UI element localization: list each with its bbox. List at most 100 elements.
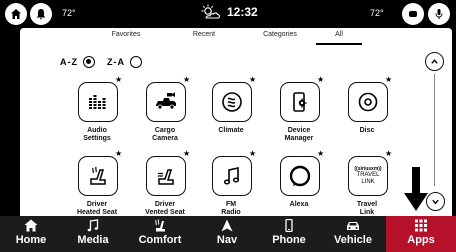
bottom-nav: Home Media Comfort Nav Phone Vehicle App… <box>0 216 456 252</box>
app-icon-box <box>146 82 186 122</box>
chevron-up-icon <box>431 59 438 64</box>
scroll-up-button[interactable] <box>425 52 444 71</box>
tab-categories[interactable]: Categories <box>263 31 297 38</box>
home-icon <box>24 219 38 232</box>
nav-comfort-label: Comfort <box>138 234 182 246</box>
favorite-star-icon[interactable]: ★ <box>249 149 256 158</box>
app-tile-fm-radio[interactable]: ★ FM Radio <box>197 149 265 219</box>
app-icon-box <box>212 82 252 122</box>
vehicle-icon <box>347 222 359 230</box>
nav-vehicle[interactable]: Vehicle <box>320 216 386 252</box>
tab-favorites[interactable]: Favorites <box>112 31 141 38</box>
passenger-temperature: 72° <box>370 8 384 18</box>
app-label: Cargo Camera <box>152 127 178 142</box>
home-button[interactable] <box>5 3 27 25</box>
app-label: Driver Heated Seat <box>76 201 118 216</box>
sort-az-radio[interactable] <box>83 56 95 68</box>
nav-home[interactable]: Home <box>0 216 62 252</box>
scrollbar[interactable] <box>425 50 445 210</box>
media-icon <box>409 11 417 17</box>
favorite-star-icon[interactable]: ★ <box>183 149 190 158</box>
app-icon-box <box>280 156 320 196</box>
favorite-star-icon[interactable]: ★ <box>385 75 392 84</box>
apps-panel: Favorites Recent Categories All A-Z Z-A … <box>20 28 452 219</box>
navigation-arrow-icon <box>221 219 233 232</box>
status-bar: 72° 12:32 72° <box>0 0 456 28</box>
nav-apps[interactable]: Apps <box>386 216 456 252</box>
nav-phone-label: Phone <box>272 234 306 246</box>
app-label: Device Manager <box>284 127 314 142</box>
nav-nav[interactable]: Nav <box>196 216 258 252</box>
media-button[interactable] <box>402 3 424 25</box>
pointer-arrow-icon <box>404 167 428 211</box>
phone-icon <box>285 219 293 232</box>
favorite-star-icon[interactable]: ★ <box>385 149 392 158</box>
app-label: Audio Settings <box>83 127 111 142</box>
scroll-track[interactable] <box>434 74 435 186</box>
app-tile-driver-vented-seat[interactable]: ★ Driver Vented Seat <box>131 149 199 219</box>
home-icon <box>11 9 21 19</box>
app-tile-driver-heated-seat[interactable]: ★ Driver Heated Seat <box>63 149 131 219</box>
music-note-icon <box>87 219 99 232</box>
nav-vehicle-label: Vehicle <box>334 234 372 246</box>
chevron-down-icon <box>432 199 439 205</box>
app-icon-box <box>78 156 118 196</box>
app-tile-alexa[interactable]: ★ Alexa <box>265 149 333 219</box>
favorite-star-icon[interactable]: ★ <box>317 149 324 158</box>
nav-phone[interactable]: Phone <box>258 216 320 252</box>
apps-grid-icon <box>415 219 427 232</box>
nav-nav-label: Nav <box>216 234 238 246</box>
clock-time: 12:32 <box>227 5 258 19</box>
app-icon-box <box>146 156 186 196</box>
travel-link-badge: TRAVEL LINK <box>356 172 380 185</box>
audio-settings-icon <box>89 95 106 109</box>
app-label: Disc <box>359 127 375 134</box>
app-icon-box <box>212 156 252 196</box>
app-label: Climate <box>218 127 244 134</box>
tab-bar: Favorites Recent Categories All <box>20 28 452 46</box>
favorite-star-icon[interactable]: ★ <box>317 75 324 84</box>
app-label: Travel Link <box>356 201 378 216</box>
sort-za-label: Z-A <box>107 57 125 67</box>
bell-icon <box>36 9 46 20</box>
climate-icon <box>222 92 242 112</box>
disc-icon <box>358 92 378 112</box>
clock-group: 12:32 <box>199 4 258 20</box>
app-label: FM Radio <box>221 201 241 216</box>
app-icon-box <box>78 82 118 122</box>
nav-comfort[interactable]: Comfort <box>124 216 196 252</box>
nav-media[interactable]: Media <box>62 216 124 252</box>
active-tab-indicator <box>316 43 362 45</box>
favorite-star-icon[interactable]: ★ <box>183 75 190 84</box>
nav-apps-label: Apps <box>407 234 435 246</box>
app-label: Alexa <box>289 201 309 208</box>
comfort-seat-icon <box>155 219 165 232</box>
voice-button[interactable] <box>428 3 450 25</box>
outside-temperature: 72° <box>62 8 76 18</box>
microphone-icon <box>435 9 443 19</box>
nav-home-label: Home <box>15 234 47 246</box>
app-label: Driver Vented Seat <box>145 201 185 216</box>
sort-az-label: A-Z <box>60 57 78 67</box>
app-icon-box <box>348 82 388 122</box>
device-manager-icon <box>293 92 307 112</box>
nav-media-label: Media <box>77 234 109 246</box>
app-icon-box: ((siriusxm)) TRAVEL LINK <box>348 156 388 196</box>
music-note-icon <box>223 167 240 185</box>
heated-seat-icon <box>90 166 106 185</box>
alexa-icon <box>289 165 311 187</box>
sort-za-radio[interactable] <box>130 56 142 68</box>
tab-all[interactable]: All <box>335 31 343 38</box>
sort-options: A-Z Z-A <box>60 56 154 68</box>
app-tile-travel-link[interactable]: ((siriusxm)) TRAVEL LINK ★ Travel Link <box>333 149 401 219</box>
favorite-star-icon[interactable]: ★ <box>249 75 256 84</box>
favorite-star-icon[interactable]: ★ <box>115 75 122 84</box>
partly-sunny-icon <box>201 4 220 19</box>
scroll-down-button[interactable] <box>426 192 445 211</box>
app-icon-box <box>280 82 320 122</box>
favorite-star-icon[interactable]: ★ <box>115 149 122 158</box>
cargo-camera-icon <box>156 92 176 110</box>
notifications-button[interactable] <box>30 3 52 25</box>
tab-recent[interactable]: Recent <box>193 31 215 38</box>
vented-seat-icon <box>157 169 174 185</box>
